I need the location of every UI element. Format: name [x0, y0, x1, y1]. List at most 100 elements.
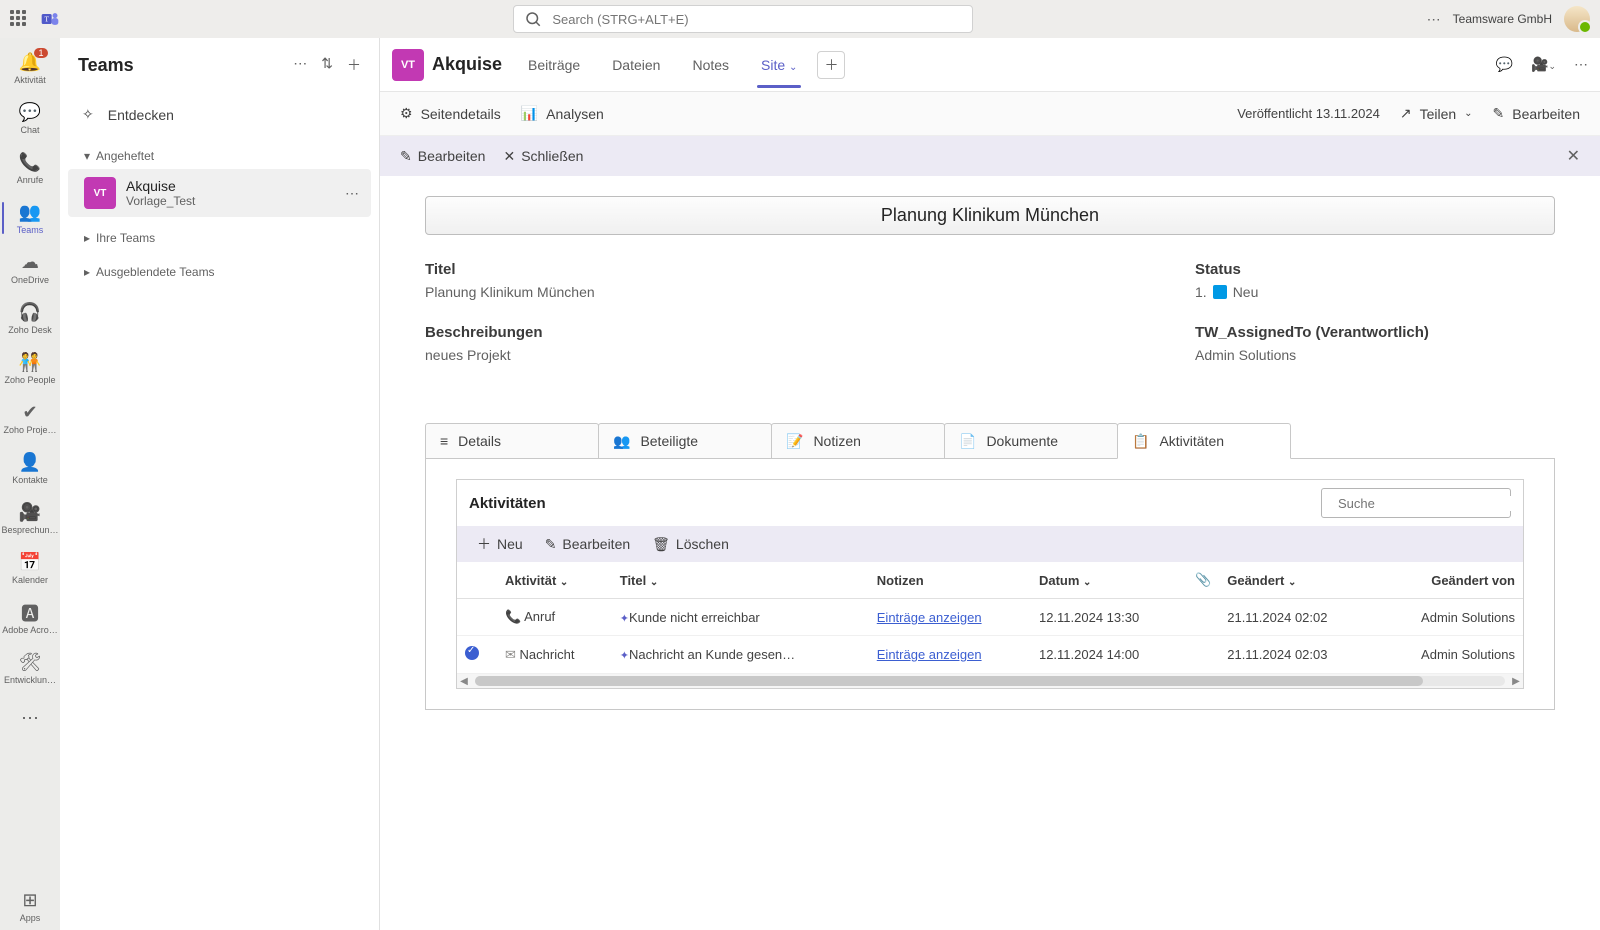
activities-search[interactable] [1321, 488, 1511, 518]
pencil-icon: ✎ [400, 148, 412, 165]
col-title[interactable]: Titel ⌄ [612, 562, 869, 599]
rail-onedrive[interactable]: ☁OneDrive [2, 244, 58, 292]
rail-zoho-people[interactable]: 🧑‍🤝‍🧑Zoho People [2, 344, 58, 392]
col-attach[interactable]: 📎 [1187, 562, 1219, 599]
scroll-left-icon[interactable]: ◀ [457, 676, 471, 687]
ltab-details[interactable]: ≡Details [425, 423, 599, 459]
rail-apps[interactable]: ⊞Apps [2, 882, 58, 930]
ltab-activities[interactable]: 📋Aktivitäten [1117, 423, 1291, 459]
section-pinned[interactable]: ▾Angeheftet [68, 143, 371, 169]
title-bar: T ⋯ Teamsware GmbH [0, 0, 1600, 38]
cell-date: 12.11.2024 14:00 [1031, 636, 1187, 674]
col-notes[interactable]: Notizen [869, 562, 1031, 599]
status-color-icon [1213, 285, 1227, 299]
notes-link[interactable]: Einträge anzeigen [877, 610, 982, 625]
table-row[interactable]: ✉ Nachricht✦Nachricht an Kunde gesen…Ein… [457, 636, 1523, 674]
rail-zoho-desk[interactable]: 🎧Zoho Desk [2, 294, 58, 342]
horizontal-scrollbar[interactable]: ◀ ▶ [457, 674, 1523, 688]
channel-akquise[interactable]: VT Akquise Vorlage_Test ⋯ [68, 169, 371, 217]
value-assigned: Admin Solutions [1195, 347, 1555, 363]
share-button[interactable]: ↗Teilen⌄ [1400, 105, 1473, 122]
rail-contacts[interactable]: 👤Kontakte [2, 444, 58, 492]
rail-meetings[interactable]: 🎥Besprechun… [2, 494, 58, 542]
cell-modifiedby: Admin Solutions [1375, 599, 1523, 636]
cell-modified: 21.11.2024 02:02 [1219, 599, 1375, 636]
global-search[interactable] [513, 5, 973, 33]
activities-panel: Aktivitäten ＋Neu ✎Bearbeiten 🗑Löschen [425, 458, 1555, 710]
channel-more-icon[interactable]: ⋯ [345, 185, 359, 202]
note-icon: 📝 [786, 433, 803, 450]
more-icon[interactable]: ⋯ [1427, 11, 1441, 28]
ltab-notes[interactable]: 📝Notizen [771, 423, 945, 459]
tab-site[interactable]: Site ⌄ [749, 43, 809, 87]
tab-files[interactable]: Dateien [600, 43, 672, 87]
scroll-right-icon[interactable]: ▶ [1509, 676, 1523, 687]
add-team-icon[interactable]: ＋ [347, 55, 361, 75]
channel-chip: VT [392, 49, 424, 81]
ltab-participants[interactable]: 👥Beteiligte [598, 423, 772, 459]
notes-link[interactable]: Einträge anzeigen [877, 647, 982, 662]
channel-avatar: VT [84, 177, 116, 209]
cell-title: Nachricht an Kunde gesen… [629, 647, 795, 662]
rail-adobe[interactable]: 🅰Adobe Acro… [2, 594, 58, 642]
discover-button[interactable]: ✧ Entdecken [60, 92, 379, 137]
strip-edit-button[interactable]: ✎Bearbeiten [400, 148, 485, 165]
rail-activity[interactable]: 1 🔔 Aktivität [2, 44, 58, 92]
strip-close-button[interactable]: ✕Schließen [503, 148, 583, 165]
filter-icon[interactable]: ⇅ [321, 55, 333, 75]
close-icon: ✕ [503, 148, 515, 165]
published-date: Veröffentlicht 13.11.2024 [1237, 106, 1380, 121]
value-status: 1. Neu [1195, 284, 1258, 300]
ltab-documents[interactable]: 📄Dokumente [944, 423, 1118, 459]
rail-calls[interactable]: 📞Anrufe [2, 144, 58, 192]
col-modified[interactable]: Geändert ⌄ [1219, 562, 1375, 599]
teams-more-icon[interactable]: ⋯ [293, 55, 307, 75]
app-launcher-icon[interactable] [10, 10, 28, 28]
dismiss-strip-icon[interactable]: ✕ [1567, 146, 1580, 166]
channel-tab-header: VT Akquise Beiträge Dateien Notes Site ⌄… [380, 38, 1600, 92]
edit-button[interactable]: ✎Bearbeiten [545, 534, 630, 554]
activity-icon: 📋 [1132, 433, 1149, 450]
add-tab-button[interactable]: ＋ [817, 51, 845, 79]
row-selected-icon[interactable] [465, 646, 479, 660]
rail-more[interactable]: ⋯ [2, 694, 58, 742]
cell-modifiedby: Admin Solutions [1375, 636, 1523, 674]
rail-chat[interactable]: 💬Chat [2, 94, 58, 142]
page-title-box: Planung Klinikum München [425, 196, 1555, 235]
new-button[interactable]: ＋Neu [477, 534, 523, 554]
meet-icon[interactable]: 🎥⌄ [1531, 56, 1556, 73]
sparkle-icon: ✧ [82, 106, 94, 123]
section-your-teams[interactable]: ▸Ihre Teams [68, 225, 371, 251]
edit-page-button[interactable]: ✎Bearbeiten [1493, 105, 1580, 122]
delete-button[interactable]: 🗑Löschen [652, 534, 729, 554]
tab-more-icon[interactable]: ⋯ [1574, 56, 1588, 73]
main-content: VT Akquise Beiträge Dateien Notes Site ⌄… [380, 38, 1600, 930]
edit-strip: ✎Bearbeiten ✕Schließen ✕ [380, 136, 1600, 176]
activities-toolbar: ＋Neu ✎Bearbeiten 🗑Löschen [457, 526, 1523, 562]
tab-posts[interactable]: Beiträge [516, 43, 592, 87]
col-date[interactable]: Datum ⌄ [1031, 562, 1187, 599]
activities-search-input[interactable] [1338, 496, 1514, 511]
chevron-down-icon: ⌄ [1083, 577, 1091, 588]
section-hidden-teams[interactable]: ▸Ausgeblendete Teams [68, 259, 371, 285]
attach-icon: 📎 [1195, 572, 1211, 587]
apps-icon: ⊞ [19, 890, 41, 912]
cell-activity: Anruf [524, 609, 555, 624]
rail-zoho-proj[interactable]: ✔Zoho Proje… [2, 394, 58, 442]
svg-text:T: T [44, 15, 49, 24]
rail-dev[interactable]: 🛠Entwicklun… [2, 644, 58, 692]
analytics-button[interactable]: 📊Analysen [521, 105, 604, 122]
rail-calendar[interactable]: 📅Kalender [2, 544, 58, 592]
col-activity[interactable]: Aktivität ⌄ [497, 562, 612, 599]
chevron-right-icon: ▸ [84, 265, 90, 279]
page-details-button[interactable]: ⚙Seitendetails [400, 105, 501, 122]
table-row[interactable]: 📞 Anruf✦Kunde nicht erreichbarEinträge a… [457, 599, 1523, 636]
people2-icon: 🧑‍🤝‍🧑 [19, 352, 41, 374]
user-avatar[interactable] [1564, 6, 1590, 32]
chat-icon[interactable]: 💬 [1496, 56, 1513, 73]
search-input[interactable] [552, 12, 962, 27]
col-modifiedby[interactable]: Geändert von [1375, 562, 1523, 599]
scroll-thumb[interactable] [475, 676, 1423, 686]
tab-notes[interactable]: Notes [680, 43, 741, 87]
rail-teams[interactable]: 👥Teams [2, 194, 58, 242]
